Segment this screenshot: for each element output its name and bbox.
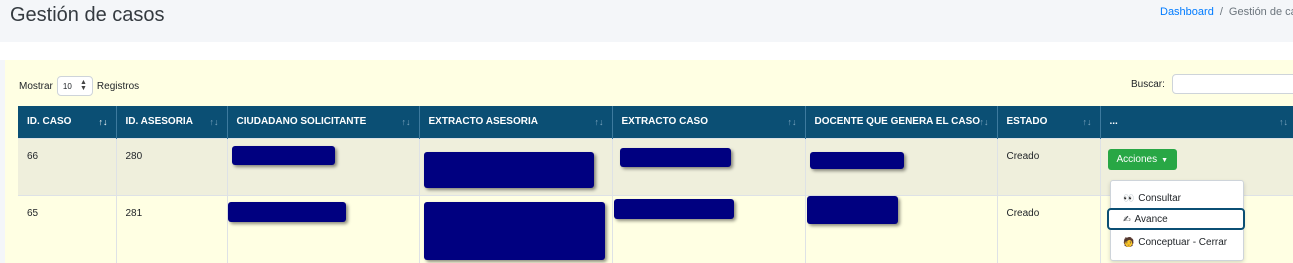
redacted-block: [806, 195, 898, 224]
redacted-block: [231, 145, 335, 165]
cell-extracto-caso: [611, 194, 805, 263]
search-input[interactable]: [1171, 74, 1293, 94]
cell-estado: Creado: [996, 137, 1100, 195]
page-title: Gestión de casos: [10, 4, 165, 26]
cell-docente: [804, 137, 997, 195]
page-length-select[interactable]: 10 ▲ ▼: [56, 76, 93, 96]
cell-estado: Creado: [996, 194, 1100, 263]
card-header-strip: [0, 42, 1293, 60]
sort-icon: ↑↓: [1082, 117, 1092, 127]
column-header-actions[interactable]: ... ↑↓: [1099, 106, 1293, 138]
person-icon: 🧑: [1123, 236, 1135, 247]
breadcrumb-current: Gestión de casos: [1228, 6, 1293, 18]
table-row: 66 280 Creado Acciones ▼: [18, 137, 1293, 195]
redacted-block: [809, 151, 904, 169]
sort-icon: ↑↓: [401, 117, 411, 127]
sort-icon: ↑↓: [594, 117, 604, 127]
sort-icon: ↑↓: [1279, 117, 1288, 127]
column-header-extracto-caso[interactable]: EXTRACTO CASO ↑↓: [611, 106, 805, 138]
writing-hand-icon: ✍: [1123, 213, 1131, 224]
page-length-value: 10: [62, 81, 72, 91]
column-header-id-asesoria[interactable]: ID. ASESORIA ↑↓: [115, 106, 227, 138]
menu-item-conceptuar-cerrar[interactable]: 🧑 Conceptuar - Cerrar: [1111, 232, 1243, 252]
sort-icon: ↑↓: [209, 117, 219, 127]
column-header-id-caso[interactable]: ID. CASO ↑↓: [18, 106, 116, 138]
cell-extracto-asesoria: [418, 137, 612, 195]
length-suffix: Registros: [96, 80, 140, 92]
column-header-extracto-asesoria[interactable]: EXTRACTO ASESORIA ↑↓: [418, 106, 612, 138]
cell-id-asesoria: 280: [115, 137, 227, 195]
breadcrumb-separator: /: [1219, 6, 1223, 18]
redacted-block: [613, 198, 734, 219]
column-header-docente[interactable]: DOCENTE QUE GENERA EL CASO ↑↓: [804, 106, 997, 138]
caret-down-icon: ▼: [1161, 156, 1169, 164]
cell-extracto-caso: [611, 137, 805, 195]
cases-card: Mostrar 10 ▲ ▼ Registros Buscar: ID. CASO…: [5, 60, 1293, 263]
column-header-ciudadano[interactable]: CIUDADANO SOLICITANTE ↑↓: [226, 106, 419, 138]
redacted-block: [619, 147, 731, 167]
menu-item-consultar[interactable]: 👀 Consultar: [1111, 188, 1243, 208]
breadcrumb-dashboard-link[interactable]: Dashboard: [1160, 6, 1214, 18]
redacted-block: [423, 201, 605, 260]
cell-id-caso: 66: [18, 137, 116, 195]
menu-item-avance[interactable]: ✍ Avance: [1107, 208, 1245, 230]
cases-table: ID. CASO ↑↓ ID. ASESORIA ↑↓ CIUDADANO SOLI…: [18, 106, 1293, 263]
redacted-block: [423, 151, 594, 188]
acciones-dropdown-button[interactable]: Acciones ▼: [1107, 148, 1178, 170]
cell-ciudadano: [226, 194, 419, 263]
table-row: 65 281 Creado: [18, 194, 1293, 263]
cell-extracto-asesoria: [418, 194, 612, 263]
eyes-icon: 👀: [1123, 192, 1135, 203]
cell-id-caso: 65: [18, 194, 116, 263]
length-control: Mostrar 10 ▲ ▼ Registros: [19, 76, 139, 96]
cell-docente: [804, 194, 997, 263]
redacted-block: [227, 201, 346, 222]
table-header-row: ID. CASO ↑↓ ID. ASESORIA ↑↓ CIUDADANO SOLI…: [18, 106, 1293, 138]
search-control: Buscar:: [1131, 74, 1293, 94]
sort-icon: ↑↓: [787, 117, 797, 127]
length-prefix: Mostrar: [19, 80, 53, 92]
cell-ciudadano: [226, 137, 419, 195]
sort-desc-icon: ↑↓: [98, 117, 108, 127]
breadcrumb: Dashboard / Gestión de casos: [1160, 6, 1293, 18]
column-header-estado[interactable]: ESTADO ↑↓: [996, 106, 1100, 138]
search-label: Buscar:: [1131, 78, 1165, 90]
sort-icon: ↑↓: [979, 117, 989, 127]
cell-id-asesoria: 281: [115, 194, 227, 263]
actions-dropdown-menu: 👀 Consultar ✍ Avance 🧑 Conceptuar - Cerr…: [1107, 180, 1245, 261]
spinner-icon: ▲ ▼: [79, 79, 87, 92]
